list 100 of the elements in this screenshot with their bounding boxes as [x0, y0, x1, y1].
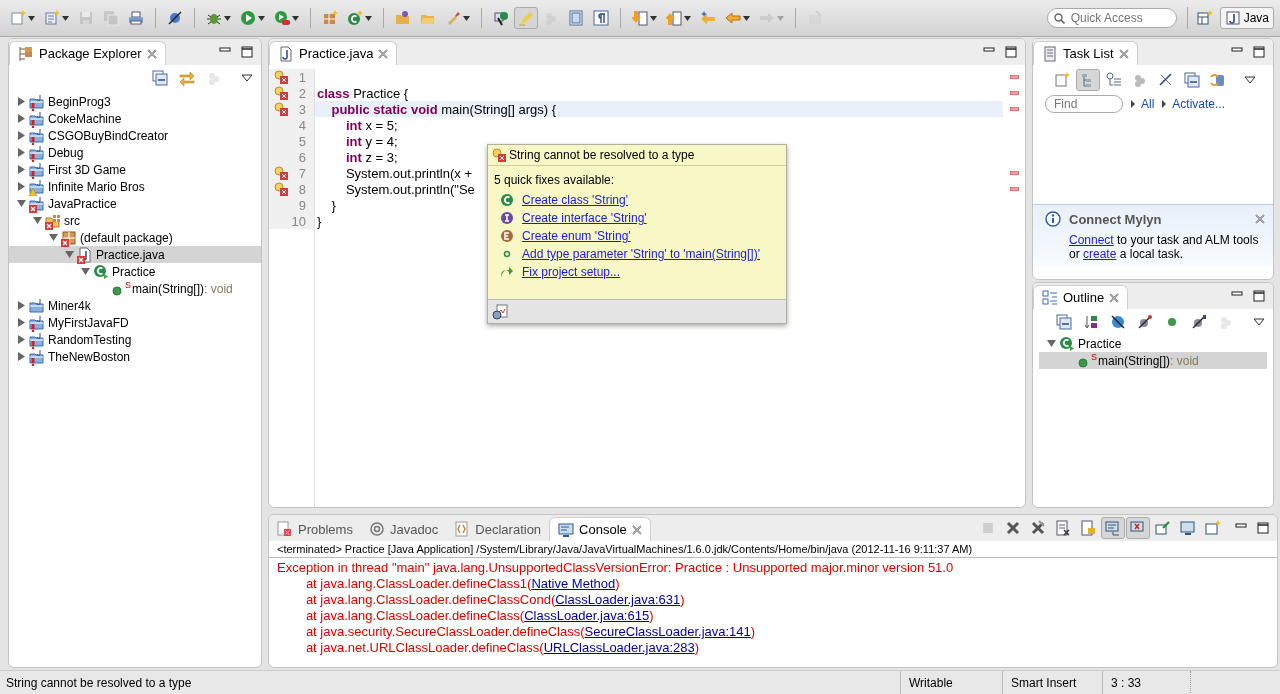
- new-project-icon: [44, 10, 60, 26]
- close-icon[interactable]: [1109, 292, 1120, 303]
- caret-icon[interactable]: [365, 15, 372, 21]
- caret-icon[interactable]: [62, 15, 69, 21]
- tree-item[interactable]: First 3D Game: [9, 161, 261, 178]
- caret-icon[interactable]: [28, 15, 35, 21]
- quick-fix-link[interactable]: Create class 'String': [522, 193, 628, 207]
- filter-link[interactable]: All: [1141, 97, 1155, 111]
- quick-fix-link[interactable]: Create interface 'String': [522, 211, 647, 225]
- view-tab[interactable]: Outline: [1033, 285, 1129, 309]
- text-link[interactable]: Connect: [1069, 233, 1114, 247]
- collapse-arrow-icon[interactable]: [81, 267, 90, 276]
- maximize-icon[interactable]: [1253, 290, 1265, 302]
- error-bulb-icon[interactable]: [274, 102, 288, 116]
- view-menu-icon[interactable]: [1253, 318, 1265, 326]
- expand-arrow-icon[interactable]: [17, 131, 26, 140]
- view-menu-icon[interactable]: [1244, 76, 1256, 84]
- error-mark[interactable]: [1009, 107, 1019, 111]
- tree-item[interactable]: Practice.java: [9, 246, 261, 263]
- expand-arrow-icon[interactable]: [17, 352, 26, 361]
- collapse-arrow-icon[interactable]: [49, 233, 58, 242]
- source-link[interactable]: URLClassLoader.java:283: [543, 640, 695, 655]
- view-tab[interactable]: Practice.java: [269, 41, 398, 65]
- caret-icon[interactable]: [258, 15, 265, 21]
- error-mark[interactable]: [1009, 91, 1019, 95]
- view-tab[interactable]: Package Explorer: [9, 41, 166, 65]
- filter-link[interactable]: Activate...: [1172, 97, 1226, 111]
- quick-access-field[interactable]: Quick Access: [1046, 8, 1177, 28]
- view-menu-icon[interactable]: [241, 74, 253, 82]
- caret-icon[interactable]: [292, 15, 299, 21]
- maximize-icon[interactable]: [1005, 46, 1017, 58]
- tree-item[interactable]: TheNewBoston: [9, 348, 261, 365]
- error-bulb-icon[interactable]: [274, 86, 288, 100]
- view-tab[interactable]: Declaration: [446, 517, 550, 541]
- close-icon[interactable]: [378, 48, 389, 59]
- view-tab[interactable]: Javadoc: [360, 517, 447, 541]
- expand-arrow-icon[interactable]: [17, 114, 26, 123]
- tree-item[interactable]: Miner4k: [9, 297, 261, 314]
- expand-arrow-icon[interactable]: [17, 148, 26, 157]
- java-perspective-button[interactable]: Java: [1219, 7, 1274, 29]
- tree-item[interactable]: Practice: [9, 263, 261, 280]
- view-tab[interactable]: Console: [549, 517, 651, 541]
- tree-item[interactable]: BeginProg3: [9, 93, 261, 110]
- code-line: int z = 3;: [344, 149, 398, 165]
- quick-fix-link[interactable]: Fix project setup...: [522, 265, 621, 279]
- tree-item[interactable]: RandomTesting: [9, 331, 261, 348]
- caret-icon[interactable]: [463, 15, 470, 21]
- preferences-icon[interactable]: [492, 303, 508, 320]
- caret-icon[interactable]: [743, 15, 750, 21]
- show-on-error-button[interactable]: [1126, 517, 1150, 539]
- terminate-icon: [980, 520, 996, 536]
- collapse-arrow-icon[interactable]: [1047, 339, 1056, 348]
- expand-arrow-icon[interactable]: [17, 182, 26, 191]
- error-bulb-icon[interactable]: [274, 70, 288, 84]
- find-field[interactable]: Find: [1045, 95, 1123, 113]
- caret-icon[interactable]: [650, 15, 657, 21]
- close-icon[interactable]: [1255, 213, 1265, 224]
- maximize-icon[interactable]: [1257, 522, 1269, 534]
- caret-icon[interactable]: [684, 15, 691, 21]
- tree-item[interactable]: (default package): [9, 229, 261, 246]
- tree-item[interactable]: CokeMachine: [9, 110, 261, 127]
- source-link[interactable]: ClassLoader.java:615: [524, 608, 650, 623]
- error-bulb-icon[interactable]: [274, 182, 288, 196]
- source-link[interactable]: ClassLoader.java:631: [555, 592, 681, 607]
- tree-item[interactable]: Infinite Mario Bros: [9, 178, 261, 195]
- source-link[interactable]: SecureClassLoader.java:141: [584, 624, 751, 639]
- maximize-icon[interactable]: [1253, 46, 1265, 58]
- quick-fix-link[interactable]: Create enum 'String': [522, 229, 631, 243]
- tree-item[interactable]: src: [9, 212, 261, 229]
- close-icon[interactable]: [631, 524, 642, 535]
- text-link[interactable]: create: [1083, 247, 1117, 261]
- tree-item[interactable]: Debug: [9, 144, 261, 161]
- tree-item[interactable]: MyFirstJavaFD: [9, 314, 261, 331]
- static-label: S: [1091, 352, 1097, 362]
- error-mark[interactable]: [1009, 75, 1019, 79]
- view-tab[interactable]: Task List: [1033, 41, 1138, 65]
- status-field: Writable: [900, 671, 1002, 694]
- collapse-arrow-icon[interactable]: [17, 199, 26, 208]
- expand-arrow-icon: [1131, 100, 1135, 108]
- error-mark[interactable]: [1009, 187, 1019, 191]
- close-icon[interactable]: [1118, 48, 1129, 59]
- expand-arrow-icon[interactable]: [17, 335, 26, 344]
- tree-item[interactable]: JavaPractice: [9, 195, 261, 212]
- tree-item[interactable]: Practice: [1039, 335, 1267, 352]
- error-mark[interactable]: [1009, 171, 1019, 175]
- tree-item[interactable]: CSGOBuyBindCreator: [9, 127, 261, 144]
- expand-arrow-icon[interactable]: [17, 165, 26, 174]
- expand-arrow-icon[interactable]: [17, 301, 26, 310]
- collapse-arrow-icon[interactable]: [33, 216, 42, 225]
- caret-icon[interactable]: [224, 15, 231, 21]
- expand-arrow-icon[interactable]: [17, 97, 26, 106]
- close-icon[interactable]: [146, 48, 157, 59]
- collapse-arrow-icon[interactable]: [65, 250, 74, 259]
- save-icon: [78, 10, 94, 26]
- error-bulb-icon[interactable]: [274, 166, 288, 180]
- quick-fix-link[interactable]: Add type parameter 'String' to 'main(String[])': [522, 247, 760, 261]
- maximize-icon[interactable]: [241, 46, 253, 58]
- java-file-icon: [278, 45, 294, 62]
- expand-arrow-icon[interactable]: [17, 318, 26, 327]
- view-tab[interactable]: Problems: [269, 517, 361, 541]
